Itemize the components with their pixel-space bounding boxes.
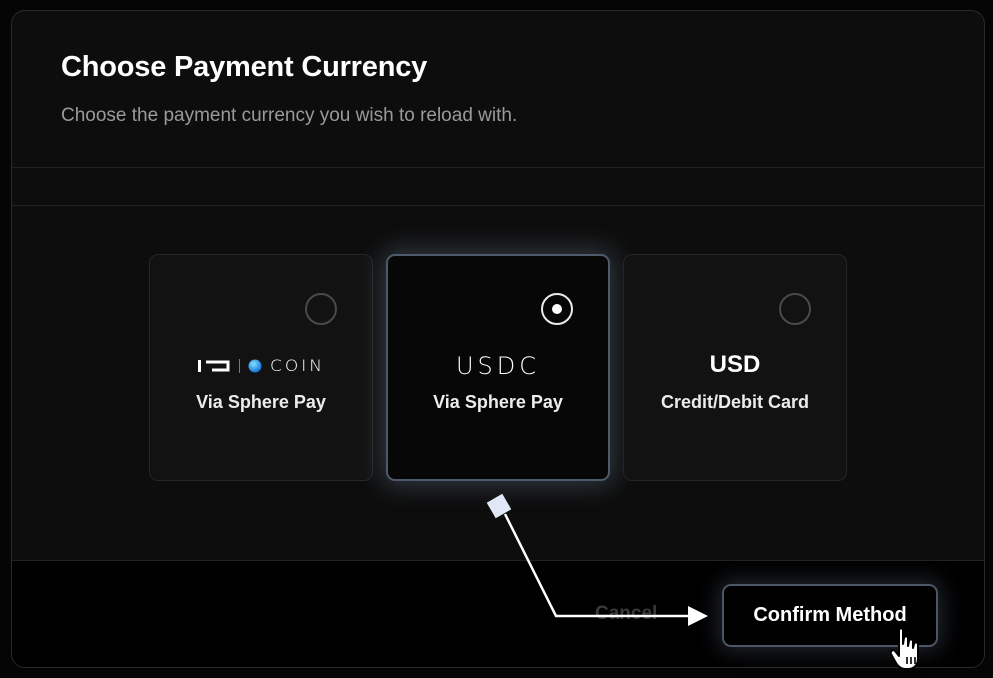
currency-option-usdc[interactable]: USDC Via Sphere Pay [386,254,610,481]
radio-unselected[interactable] [779,293,811,325]
radio-unselected[interactable] [305,293,337,325]
divider [12,167,984,168]
confirm-method-button[interactable]: Confirm Method [722,584,938,647]
payment-currency-modal: Choose Payment Currency Choose the payme… [11,10,985,668]
option-subtitle: Via Sphere Pay [196,392,326,412]
currency-option-usd[interactable]: USD Credit/Debit Card [623,254,847,481]
cancel-button[interactable]: Cancel [595,603,657,625]
usd-label: USD [709,351,761,378]
currency-option-io-coin[interactable]: COIN Via Sphere Pay [149,254,373,481]
option-subtitle: Via Sphere Pay [433,392,563,412]
usdc-wordmark: USDC [455,352,541,380]
modal-title: Choose Payment Currency [61,51,428,83]
radio-selected-dot [552,304,562,314]
divider [12,560,984,561]
io-coin-logo: COIN [150,352,372,380]
divider [12,205,984,206]
option-subtitle: Credit/Debit Card [660,392,810,412]
radio-selected[interactable] [541,293,573,325]
modal-subtitle: Choose the payment currency you wish to … [61,105,518,126]
coin-wordmark: COIN [270,356,325,376]
coin-dot-icon [248,359,262,373]
logo-separator [239,359,240,373]
io-logo-icon [198,360,230,372]
usdc-logo: USDC [388,352,608,380]
